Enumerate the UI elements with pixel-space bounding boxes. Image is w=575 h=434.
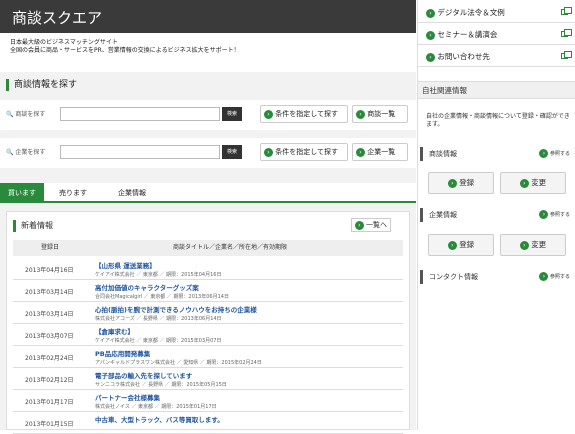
contact-info-heading: コンタクト情報 › 参照する (420, 270, 574, 284)
row-title-link[interactable]: 高付加価値のキャラクターグッズ案 (95, 282, 199, 292)
right-sidebar: › デジタル法令＆文例 › セミナー＆講演会 › お問い合わせ先 自社関連情報 … (417, 0, 575, 430)
deal-info-heading: 商談情報 › 参照する (420, 147, 574, 161)
arrow-circle-icon: › (426, 8, 435, 18)
site-tagline: 日本最大級のビジネスマッチングサイト 全国の会員に商品・サービスをPR、営業情報… (10, 39, 240, 55)
product-search-label: 🔍 商談を探す (6, 111, 46, 118)
product-search-input[interactable] (60, 107, 220, 121)
external-window-icon (561, 29, 572, 37)
arrow-circle-icon: › (539, 210, 549, 219)
news-title: 新着情報 (13, 220, 53, 232)
company-edit-button[interactable]: › 変更 (500, 234, 566, 256)
table-row: 2013年02月12日 電子部品の輸入先を探していますサンニコラ株式会社 ／ 長野… (13, 368, 403, 390)
arrow-circle-icon: › (539, 149, 549, 158)
search-icon: 🔍 (6, 111, 14, 118)
news-table-header: 登録日 商談タイトル／企業名／所在地／有効期限 (13, 240, 403, 256)
link-seminar[interactable]: › セミナー＆講演会 (418, 24, 575, 45)
row-company: ケイアイ株式会社 ／ 東京都 ／ 期限：2015年04月16日 (95, 272, 222, 278)
row-date: 2013年01月17日 (25, 399, 74, 406)
arrow-circle-icon: › (264, 147, 273, 157)
row-date: 2013年02月24日 (25, 355, 74, 362)
product-search-button[interactable]: 検索 (222, 107, 242, 121)
row-title-link[interactable]: 心拍(脈拍)を腕で計測できるノウハウをお持ちの企業様 (95, 304, 257, 314)
deal-edit-button[interactable]: › 変更 (500, 172, 566, 194)
external-window-icon (561, 51, 572, 59)
table-row: 2013年01月15日 中古車、大型トラック、バス等買取します。 (13, 412, 403, 434)
company-search-input[interactable] (60, 145, 220, 159)
contact-info-more-link[interactable]: › 参照する (539, 270, 570, 284)
row-company: 株式会社ノイス ／ 東京都 ／ 期限：2015年01月17日 (95, 404, 217, 410)
deal-register-button[interactable]: › 登録 (428, 172, 494, 194)
tagline-line2: 全国の会員に商品・サービスをPR、営業情報の交換によるビジネス拡大をサポート！ (10, 47, 240, 54)
company-register-button[interactable]: › 登録 (428, 234, 494, 256)
company-info-heading: 企業情報 › 参照する (420, 208, 574, 222)
tab-sell[interactable]: 売ります (44, 183, 102, 203)
arrow-circle-icon: › (519, 240, 529, 250)
search-icon: 🔍 (6, 149, 14, 156)
arrow-circle-icon: › (264, 109, 273, 119)
row-company: アパンギャルドプラスワン株式会社 ／ 愛知県 ／ 期限：2015年02月24日 (95, 360, 262, 366)
arrow-circle-icon: › (356, 109, 365, 119)
link-contact[interactable]: › お問い合わせ先 (418, 46, 575, 67)
row-date: 2013年03月14日 (25, 289, 74, 296)
tagline-line1: 日本最大級のビジネスマッチングサイト (10, 39, 118, 46)
company-search-label: 🔍 企業を探す (6, 149, 46, 156)
row-company: サンニコラ株式会社 ／ 長野県 ／ 期限：2015年05月15日 (95, 382, 227, 388)
company-search-row: 🔍 企業を探す 検索 › 条件を指定して探す › 企業一覧 (0, 138, 416, 168)
site-title[interactable]: 商談スクエア (12, 7, 102, 28)
site-header: 商談スクエア (0, 0, 416, 33)
company-info-more-link[interactable]: › 参照する (539, 208, 570, 222)
search-section-title: 商談情報を探す (6, 79, 77, 91)
row-date: 2013年02月12日 (25, 377, 74, 384)
arrow-circle-icon: › (426, 30, 435, 40)
category-tabs: 買います 売ります 企業情報 (0, 183, 416, 203)
row-title-link[interactable]: パートナー会社様募集 (95, 392, 160, 402)
row-title-link[interactable]: 【倉庫求む】 (95, 326, 134, 336)
company-info-buttons: › 登録 › 変更 (428, 234, 570, 258)
row-title-link[interactable]: 中古車、大型トラック、バス等買取します。 (95, 414, 224, 424)
tab-company-info[interactable]: 企業情報 (102, 183, 162, 203)
own-info-title: 自社関連情報 (418, 81, 575, 99)
arrow-circle-icon: › (447, 240, 457, 250)
link-digital-law[interactable]: › デジタル法令＆文例 (418, 2, 575, 23)
row-company: ケイアイ株式会社 ／ 東京都 ／ 期限：2015年03月07日 (95, 338, 222, 344)
row-date: 2013年01月15日 (25, 421, 74, 428)
col-date: 登録日 (41, 244, 60, 251)
table-row: 2013年02月24日 PB品応用開発募集アパンギャルドプラスワン株式会社 ／ 愛… (13, 346, 403, 368)
row-date: 2013年04月16日 (25, 267, 74, 274)
col-info: 商談タイトル／企業名／所在地／有効期限 (173, 244, 288, 251)
row-title-link[interactable]: 【山形県 運送業務】 (95, 260, 156, 270)
row-title-link[interactable]: PB品応用開発募集 (95, 348, 150, 358)
arrow-circle-icon: › (356, 147, 365, 157)
row-company: 合同会社Magicalgirl ／ 東京都 ／ 期限：2013年06月14日 (95, 294, 229, 300)
table-row: 2013年03月14日 高付加価値のキャラクターグッズ案合同会社Magicalgi… (13, 280, 403, 302)
arrow-circle-icon: › (539, 272, 549, 281)
deal-info-buttons: › 登録 › 変更 (428, 172, 570, 196)
tab-buy[interactable]: 買います (0, 183, 44, 203)
product-list-button[interactable]: › 商談一覧 (352, 105, 408, 123)
arrow-circle-icon: › (354, 220, 364, 230)
own-info-description: 自社の企業情報・商談情報について登録・確認ができます。 (426, 113, 570, 128)
row-date: 2013年03月14日 (25, 311, 74, 318)
row-company: 株式会社アコーズ ／ 長野県 ／ 期限：2013年06月14日 (95, 316, 222, 322)
news-more-link[interactable]: › 一覧へ (350, 218, 391, 232)
arrow-circle-icon: › (426, 52, 435, 62)
table-row: 2013年03月07日 【倉庫求む】ケイアイ株式会社 ／ 東京都 ／ 期限：201… (13, 324, 403, 346)
company-search-button[interactable]: 検索 (222, 145, 242, 159)
table-row: 2013年03月14日 心拍(脈拍)を腕で計測できるノウハウをお持ちの企業様株式会… (13, 302, 403, 324)
company-condition-search-button[interactable]: › 条件を指定して探す (260, 143, 348, 161)
external-window-icon (561, 7, 572, 15)
product-condition-search-button[interactable]: › 条件を指定して探す (260, 105, 348, 123)
deal-info-more-link[interactable]: › 参照する (539, 147, 570, 161)
row-title-link[interactable]: 電子部品の輸入先を探しています (95, 370, 192, 380)
company-list-button[interactable]: › 企業一覧 (352, 143, 408, 161)
arrow-circle-icon: › (447, 178, 457, 188)
news-panel: 新着情報 › 一覧へ 登録日 商談タイトル／企業名／所在地／有効期限 2013年… (6, 211, 410, 434)
table-row: 2013年04月16日 【山形県 運送業務】ケイアイ株式会社 ／ 東京都 ／ 期限… (13, 258, 403, 280)
row-date: 2013年03月07日 (25, 333, 74, 340)
table-row: 2013年01月17日 パートナー会社様募集株式会社ノイス ／ 東京都 ／ 期限：… (13, 390, 403, 412)
product-search-row: 🔍 商談を探す 検索 › 条件を指定して探す › 商談一覧 (0, 100, 416, 130)
arrow-circle-icon: › (519, 178, 529, 188)
